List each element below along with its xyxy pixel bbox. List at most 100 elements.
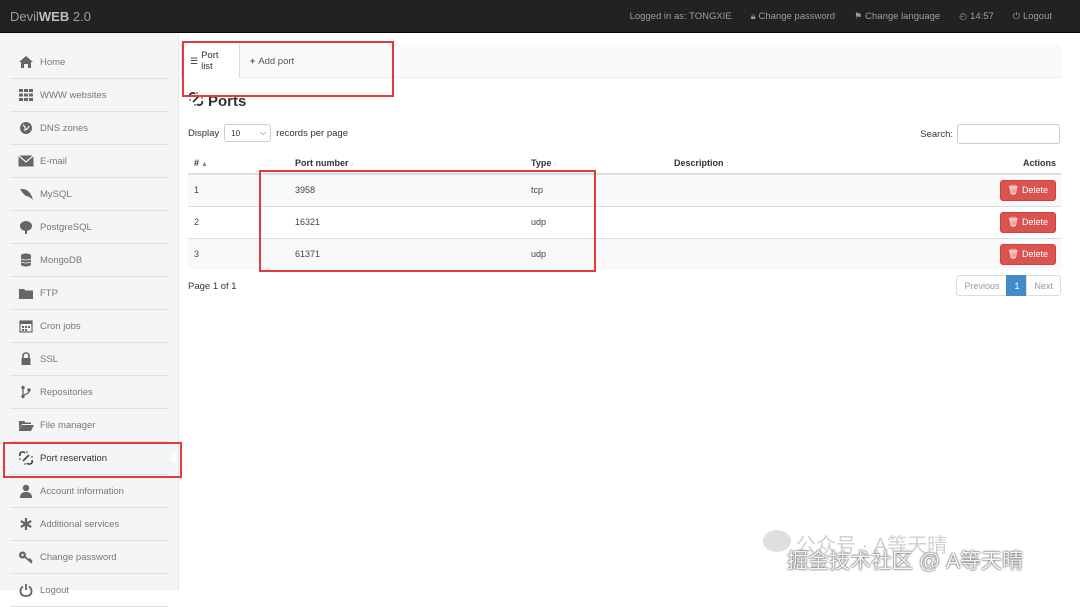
sidebar-item-port-reservation[interactable]: Port reservation bbox=[10, 442, 176, 475]
trash-icon: 🗑︎ bbox=[1007, 184, 1019, 195]
watermark-juejin: 掘金技术社区 @ A等天晴 bbox=[787, 550, 1023, 573]
sidebar-item-label: FTP bbox=[40, 287, 58, 299]
clock-time: 14:57 bbox=[970, 11, 994, 22]
table-row: 2 16321 udp 🗑︎ Delete bbox=[188, 205, 1061, 238]
change-password-text: Change password bbox=[758, 11, 836, 22]
sidebar-item-dns-zones[interactable]: DNS zones bbox=[10, 112, 168, 145]
column-header-type[interactable]: Type ↕ bbox=[525, 152, 668, 175]
sidebar-item-ftp[interactable]: FTP bbox=[10, 277, 168, 310]
dolphin-icon bbox=[16, 186, 36, 202]
change-language-text: Change language bbox=[865, 11, 941, 22]
display-label: Display bbox=[188, 127, 220, 139]
pagination-next-button[interactable]: Next bbox=[1026, 275, 1061, 296]
column-header-type-label: Type bbox=[531, 157, 552, 168]
sidebar-item-mysql[interactable]: MySQL bbox=[10, 178, 168, 211]
page-title-text: Ports bbox=[208, 92, 247, 110]
sidebar-item-ssl[interactable]: SSL bbox=[10, 343, 168, 376]
port-type-cell: tcp bbox=[525, 173, 668, 206]
delete-button[interactable]: 🗑︎ Delete bbox=[999, 243, 1056, 265]
sidebar-item-label: Account information bbox=[40, 485, 124, 497]
branch-icon bbox=[16, 384, 36, 400]
sort-icon: ↕ bbox=[350, 160, 355, 168]
pagination: Previous 1 Next bbox=[956, 275, 1061, 296]
column-header-port-number[interactable]: Port number ↕ bbox=[289, 152, 525, 175]
app-brand[interactable]: DevilWEB 2.0 bbox=[10, 9, 91, 24]
clock-icon: ◴ bbox=[959, 11, 968, 21]
delete-button[interactable]: 🗑︎ Delete bbox=[999, 211, 1056, 233]
link-broken-icon bbox=[188, 91, 204, 111]
brand-prefix: Devil bbox=[10, 9, 39, 24]
brand-suffix: 2.0 bbox=[69, 9, 91, 24]
sidebar-item-cron-jobs[interactable]: Cron jobs bbox=[10, 310, 168, 343]
sidebar-item-account-information[interactable]: Account information bbox=[10, 475, 168, 508]
pagination-page-1[interactable]: 1 bbox=[1006, 275, 1028, 296]
sidebar-item-label: Change password bbox=[40, 551, 117, 563]
list-icon: ☰ bbox=[190, 55, 199, 66]
sidebar-item-label: Repositories bbox=[40, 386, 93, 398]
change-language-link[interactable]: ⚑ Change language bbox=[854, 11, 940, 22]
delete-button-label: Delete bbox=[1021, 217, 1048, 227]
lock-icon: 🔒︎ bbox=[750, 11, 756, 21]
logout-link[interactable]: ⏻ Logout bbox=[1013, 11, 1052, 22]
user-icon bbox=[16, 483, 36, 499]
top-navbar: DevilWEB 2.0 Logged in as: TONGXIE 🔒︎ Cha… bbox=[0, 0, 1080, 33]
row-number: 1 bbox=[188, 173, 289, 206]
tab-add-port-label: Add port bbox=[258, 55, 295, 67]
table-row: 3 61371 udp 🗑︎ Delete bbox=[188, 237, 1061, 270]
search-label: Search: bbox=[920, 128, 953, 140]
lock-icon bbox=[16, 351, 36, 367]
globe-icon bbox=[16, 120, 36, 136]
sidebar-item-repositories[interactable]: Repositories bbox=[10, 376, 168, 409]
description-cell bbox=[668, 205, 961, 238]
description-cell bbox=[668, 173, 961, 206]
sidebar-item-home[interactable]: Home bbox=[10, 46, 168, 79]
database-icon bbox=[16, 252, 36, 268]
sidebar-item-label: WWW websites bbox=[40, 89, 107, 101]
column-header-port-number-label: Port number bbox=[295, 157, 349, 168]
pagination-info: Page 1 of 1 bbox=[188, 281, 237, 292]
folder-icon bbox=[16, 285, 36, 301]
ports-table: # ▲ Port number ↕ Type ↕ Description ↕ Actio… bbox=[188, 152, 1061, 270]
sidebar-item-postgresql[interactable]: PostgreSQL bbox=[10, 211, 168, 244]
power-icon bbox=[16, 582, 36, 598]
sidebar: Home WWW websites DNS zones E-mail MySQL… bbox=[0, 33, 179, 607]
column-header-actions: Actions bbox=[961, 152, 1061, 175]
sort-icon: ↕ bbox=[725, 160, 730, 168]
clock: ◴ 14:57 bbox=[959, 11, 994, 22]
page-title: Ports bbox=[188, 91, 246, 111]
sidebar-item-label: Port reservation bbox=[40, 452, 108, 464]
tab-add-port[interactable]: + Add port bbox=[242, 44, 302, 78]
sidebar-item-label: MySQL bbox=[40, 188, 72, 200]
port-type-cell: udp bbox=[525, 205, 668, 238]
envelope-icon bbox=[16, 153, 36, 169]
row-number: 3 bbox=[188, 237, 289, 270]
sidebar-item-www-websites[interactable]: WWW websites bbox=[10, 79, 168, 112]
sidebar-item-logout[interactable]: Logout bbox=[10, 574, 168, 607]
logout-text: Logout bbox=[1022, 11, 1052, 22]
page-size-control: Display 10 ⌵ records per page bbox=[188, 124, 348, 142]
plus-icon: + bbox=[250, 56, 256, 66]
pagination-previous-button[interactable]: Previous bbox=[956, 275, 1008, 296]
calendar-icon bbox=[16, 318, 36, 334]
key-icon bbox=[16, 549, 36, 565]
sidebar-item-change-password[interactable]: Change password bbox=[10, 541, 168, 574]
page-size-select[interactable]: 10 ⌵ bbox=[224, 124, 272, 142]
column-header-description-label: Description bbox=[674, 157, 724, 168]
power-icon: ⏻ bbox=[1012, 11, 1020, 21]
records-per-page-label: records per page bbox=[276, 127, 348, 139]
actions-cell: 🗑︎ Delete bbox=[961, 205, 1061, 238]
column-header-description[interactable]: Description ↕ bbox=[668, 152, 961, 175]
navbar-right: Logged in as: TONGXIE 🔒︎ Change password … bbox=[630, 11, 1052, 22]
column-header-number[interactable]: # ▲ bbox=[188, 152, 289, 175]
sidebar-item-mongodb[interactable]: MongoDB bbox=[10, 244, 168, 277]
delete-button[interactable]: 🗑︎ Delete bbox=[999, 179, 1056, 201]
search-input[interactable] bbox=[957, 124, 1060, 144]
sidebar-item-file-manager[interactable]: File manager bbox=[10, 409, 168, 442]
delete-button-label: Delete bbox=[1021, 185, 1048, 196]
tab-port-list[interactable]: ☰ Port list bbox=[181, 44, 240, 78]
change-password-link[interactable]: 🔒︎ Change password bbox=[751, 11, 835, 22]
folder-open-icon bbox=[16, 417, 36, 433]
sidebar-item-additional-services[interactable]: Additional services bbox=[10, 508, 168, 541]
sidebar-item-e-mail[interactable]: E-mail bbox=[10, 145, 168, 178]
brand-bold: WEB bbox=[38, 9, 70, 24]
